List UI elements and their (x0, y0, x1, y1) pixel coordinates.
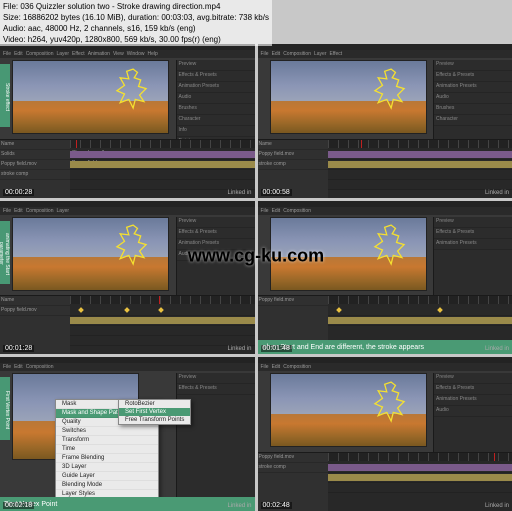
linkedin-logo: Linked in (227, 346, 251, 352)
timecode: 00:00:58 (261, 189, 292, 196)
timecode: 00:02:48 (261, 502, 292, 509)
menu-bar[interactable]: FileEditComposition (258, 363, 512, 371)
context-submenu[interactable]: RotoBezier Set First Vertex Free Transfo… (118, 399, 191, 425)
thumb-4: FileEditComposition PreviewEffects & Pre… (258, 201, 512, 355)
menu-bar[interactable]: FileEditComposition (258, 207, 512, 215)
submenu-item-rotobezier[interactable]: RotoBezier (119, 400, 190, 408)
stroke-shape (364, 380, 418, 423)
linkedin-logo: Linked in (227, 190, 251, 196)
menu-item-time[interactable]: Time (56, 445, 158, 454)
composition-viewer[interactable] (270, 373, 427, 447)
timecode: 00:02:18 (3, 502, 34, 509)
thumb-6: FileEditComposition PreviewEffects & Pre… (258, 357, 512, 511)
side-tab: First Vertex Point (0, 377, 10, 440)
stroke-shape (106, 223, 160, 266)
menu-item-transform[interactable]: Transform (56, 436, 158, 445)
submenu-item-set-first-vertex[interactable]: Set First Vertex (119, 408, 190, 416)
composition-viewer[interactable] (270, 217, 427, 291)
composition-viewer[interactable] (12, 60, 169, 134)
menu-bar[interactable]: FileEditComposition (0, 363, 255, 371)
thumb-2: FileEditCompositionLayerEffect PreviewEf… (258, 44, 512, 198)
screenshot-grid: FileEditCompositionLayerEffectAnimationV… (0, 44, 512, 511)
stroke-shape (106, 67, 160, 110)
linkedin-logo: Linked in (485, 346, 509, 352)
linkedin-logo: Linked in (485, 190, 509, 196)
menu-bar[interactable]: FileEditCompositionLayerEffect (258, 50, 512, 58)
submenu-item-free-transform[interactable]: Free Transform Points (119, 416, 190, 424)
composition-viewer[interactable] (270, 60, 427, 134)
menu-bar[interactable]: FileEditCompositionLayerEffectAnimationV… (0, 50, 255, 58)
timecode: 00:00:28 (3, 189, 34, 196)
menu-item-blending-mode[interactable]: Blending Mode (56, 481, 158, 490)
menu-item-frame-blending[interactable]: Frame Blending (56, 454, 158, 463)
media-info: File: 036 Quizzler solution two - Stroke… (0, 0, 272, 46)
caption-banner: when Start and End are different, the st… (258, 340, 512, 354)
stroke-shape (364, 223, 418, 266)
linkedin-logo: Linked in (227, 503, 251, 509)
menu-item-3d-layer[interactable]: 3D Layer (56, 463, 158, 472)
side-panels[interactable]: PreviewEffects & Presets (176, 373, 255, 511)
stroke-shape (364, 67, 418, 110)
menu-bar[interactable]: FileEditCompositionLayer (0, 207, 255, 215)
timecode: 00:01:48 (261, 345, 292, 352)
thumb-3: FileEditCompositionLayer animating the S… (0, 201, 255, 355)
composition-viewer[interactable] (12, 217, 169, 291)
timecode: 00:01:28 (3, 345, 34, 352)
side-tab: Stroke effect (0, 64, 10, 127)
linkedin-logo: Linked in (485, 503, 509, 509)
thumb-1: FileEditCompositionLayerEffectAnimationV… (0, 44, 255, 198)
menu-item-guide-layer[interactable]: Guide Layer (56, 472, 158, 481)
menu-item-switches[interactable]: Switches (56, 427, 158, 436)
caption-banner: First Vertex Point (0, 497, 255, 511)
side-tab: animating the Start parameter (0, 221, 10, 284)
thumb-5: FileEditComposition First Vertex Point M… (0, 357, 255, 511)
